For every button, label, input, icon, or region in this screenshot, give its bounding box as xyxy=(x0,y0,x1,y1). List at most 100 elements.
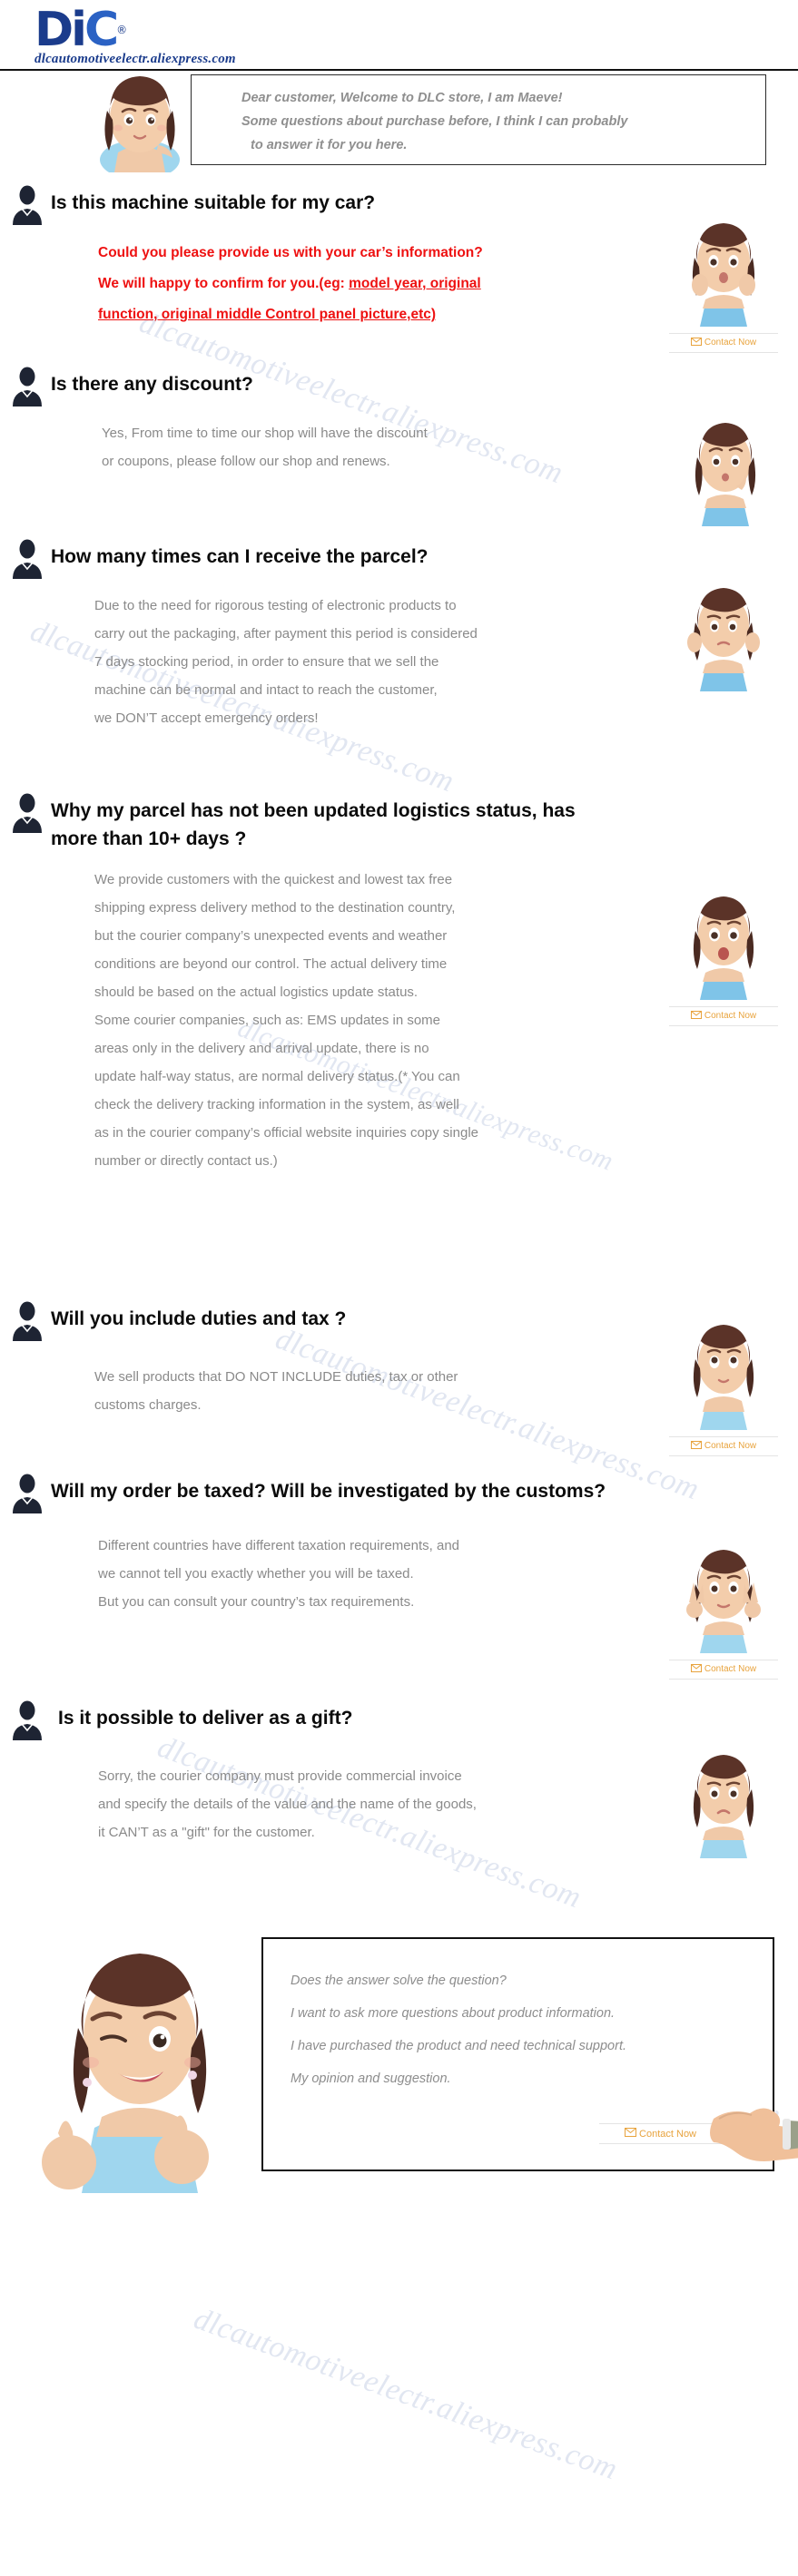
dlc-logo: DiC ® xyxy=(34,6,127,54)
answer-line: we cannot tell you exactly whether you w… xyxy=(98,1566,414,1582)
answer-text: Sorry, the courier company must provide … xyxy=(0,1740,697,1846)
question-text: Is this machine suitable for my car? xyxy=(51,192,376,213)
user-avatar-icon xyxy=(13,1474,42,1513)
faq-item-fit: Is this machine suitable for my car? Cou… xyxy=(0,183,798,365)
answer-text: We sell products that DO NOT INCLUDE dut… xyxy=(0,1341,694,1419)
faq-item-duties: Will you include duties and tax ? We sel… xyxy=(0,1299,798,1472)
answer-line: Different countries have different taxat… xyxy=(98,1538,460,1553)
answer-line: number or directly contact us.) xyxy=(94,1153,278,1169)
faq-item-discount: Is there any discount? Yes, From time to… xyxy=(0,365,798,537)
answer-line: We provide customers with the quickest a… xyxy=(94,872,453,887)
answer-line: check the delivery tracking information … xyxy=(94,1097,459,1112)
envelope-icon xyxy=(690,1441,702,1452)
logo-letter-d: D xyxy=(34,3,74,57)
user-avatar-icon xyxy=(13,793,42,833)
answer-text: We provide customers with the quickest a… xyxy=(0,853,694,1175)
answer-line: Could you please provide us with your ca… xyxy=(98,245,483,260)
question-row: Is there any discount? xyxy=(0,365,798,406)
answer-line: carry out the packaging, after payment t… xyxy=(94,626,478,642)
faq-item-taxed: Will my order be taxed? Will be investig… xyxy=(0,1472,798,1699)
answer-line: Some courier companies, such as: EMS upd… xyxy=(94,1013,441,1028)
contact-now-button[interactable]: Contact Now xyxy=(669,1660,778,1680)
question-text: How many times can I receive the parcel? xyxy=(51,546,429,567)
answer-line: and specify the details of the value and… xyxy=(98,1797,477,1812)
question-row: Is it possible to deliver as a gift? xyxy=(0,1699,798,1740)
question-text: Will my order be taxed? Will be investig… xyxy=(51,1481,606,1502)
contact-now-button[interactable]: Contact Now xyxy=(669,1436,778,1456)
footer-contact-now-button[interactable]: Contact Now xyxy=(599,2123,722,2144)
answer-line: shipping express delivery method to the … xyxy=(94,900,456,916)
question-row: Why my parcel has not been updated logis… xyxy=(0,791,798,853)
question-text: Is it possible to deliver as a gift? xyxy=(58,1708,353,1729)
footer-avatar xyxy=(42,1954,209,2193)
contact-now-label: Contact Now xyxy=(704,1441,757,1451)
answer-line: But you can consult your country’s tax r… xyxy=(98,1594,415,1610)
footer-prompt-item[interactable]: I want to ask more questions about produ… xyxy=(291,1997,773,2030)
answer-line: function, original middle Control panel … xyxy=(98,299,697,330)
answer-line: as in the courier company’s official web… xyxy=(94,1125,478,1141)
answer-line: Due to the need for rigorous testing of … xyxy=(94,598,457,613)
answer-underline: model year, original xyxy=(349,276,481,291)
answer-line: We will happy to confirm for you.(eg: mo… xyxy=(98,276,481,291)
faq-item-parcel-time: How many times can I receive the parcel?… xyxy=(0,537,798,791)
user-avatar-icon xyxy=(13,539,42,579)
envelope-icon xyxy=(624,2128,639,2140)
answer-line: but the courier company’s unexpected eve… xyxy=(94,928,448,944)
footer-prompt-list: Does the answer solve the question? I wa… xyxy=(263,1939,773,2095)
question-row: Will my order be taxed? Will be investig… xyxy=(0,1472,798,1513)
logo-letter-i: i xyxy=(71,3,87,57)
answer-text: Due to the need for rigorous testing of … xyxy=(0,579,694,732)
answer-line: should be based on the actual logistics … xyxy=(94,984,419,1000)
footer-contact-now-label: Contact Now xyxy=(639,2129,697,2140)
greeting-line-2: Some questions about purchase before, I … xyxy=(241,114,628,129)
question-text: Will you include duties and tax ? xyxy=(51,1308,347,1329)
envelope-icon xyxy=(690,1664,702,1675)
answer-line: We sell products that DO NOT INCLUDE dut… xyxy=(94,1369,458,1385)
answer-line: conditions are beyond our control. The a… xyxy=(94,956,448,972)
trademark-symbol: ® xyxy=(116,24,128,36)
contact-now-button[interactable]: Contact Now xyxy=(669,333,778,353)
answer-line: we DON’T accept emergency orders! xyxy=(94,710,319,726)
watermark: dlcautomotiveelectr.aliexpress.com xyxy=(189,2301,623,2487)
user-avatar-icon xyxy=(13,1700,42,1740)
user-avatar-icon xyxy=(13,367,42,406)
footer-prompt-item[interactable]: Does the answer solve the question? xyxy=(291,1964,773,1997)
greeting-avatar xyxy=(100,76,180,172)
logo-letter-c: C xyxy=(84,3,119,57)
answer-line: areas only in the delivery and arrival u… xyxy=(94,1041,429,1056)
contact-now-label: Contact Now xyxy=(704,1011,757,1021)
faq-page: dlcautomotiveelectr.aliexpress.com dlcau… xyxy=(0,0,798,2576)
question-text: Is there any discount? xyxy=(51,374,253,395)
greeting-text: Dear customer, Welcome to DLC store, I a… xyxy=(192,75,765,157)
greeting-line-1: Dear customer, Welcome to DLC store, I a… xyxy=(241,91,563,105)
footer-question-box: Does the answer solve the question? I wa… xyxy=(261,1937,798,2171)
answer-text: Different countries have different taxat… xyxy=(0,1513,697,1616)
footer-prompt-item[interactable]: I have purchased the product and need te… xyxy=(291,2030,773,2062)
contact-now-label: Contact Now xyxy=(704,1664,757,1674)
contact-now-label: Contact Now xyxy=(704,338,757,348)
greeting-box: Dear customer, Welcome to DLC store, I a… xyxy=(191,74,766,165)
answer-line: Sorry, the courier company must provide … xyxy=(98,1768,462,1784)
faq-item-gift: Is it possible to deliver as a gift? Sor… xyxy=(0,1699,798,1894)
faq-item-logistics: Why my parcel has not been updated logis… xyxy=(0,791,798,1299)
footer-prompt-item[interactable]: My opinion and suggestion. xyxy=(291,2062,773,2095)
answer-underline: function, original middle Control panel … xyxy=(98,307,437,322)
user-avatar-icon xyxy=(13,1301,42,1341)
store-header: DiC ® dlcautomotiveelectr.aliexpress.com xyxy=(0,0,798,71)
answer-line: update half-way status, are normal deliv… xyxy=(94,1069,460,1084)
pointing-hand-icon xyxy=(710,2108,798,2161)
answer-line: it CAN’T as a "gift" for the customer. xyxy=(98,1825,315,1840)
question-text: Why my parcel has not been updated logis… xyxy=(51,800,576,849)
answer-line: or coupons, please follow our shop and r… xyxy=(102,454,390,469)
answer-line: 7 days stocking period, in order to ensu… xyxy=(94,654,439,670)
answer-text: Could you please provide us with your ca… xyxy=(0,225,697,330)
greeting-section: Dear customer, Welcome to DLC store, I a… xyxy=(0,71,798,172)
answer-text: Yes, From time to time our shop will hav… xyxy=(0,406,701,475)
answer-line: Yes, From time to time our shop will hav… xyxy=(102,426,428,441)
footer-section: Does the answer solve the question? I wa… xyxy=(0,1894,798,2193)
envelope-icon xyxy=(690,338,702,348)
greeting-line-3: to answer it for you here. xyxy=(251,138,408,152)
user-avatar-icon xyxy=(13,185,42,225)
answer-line: machine can be normal and intact to reac… xyxy=(94,682,438,698)
answer-line: customs charges. xyxy=(94,1397,202,1413)
